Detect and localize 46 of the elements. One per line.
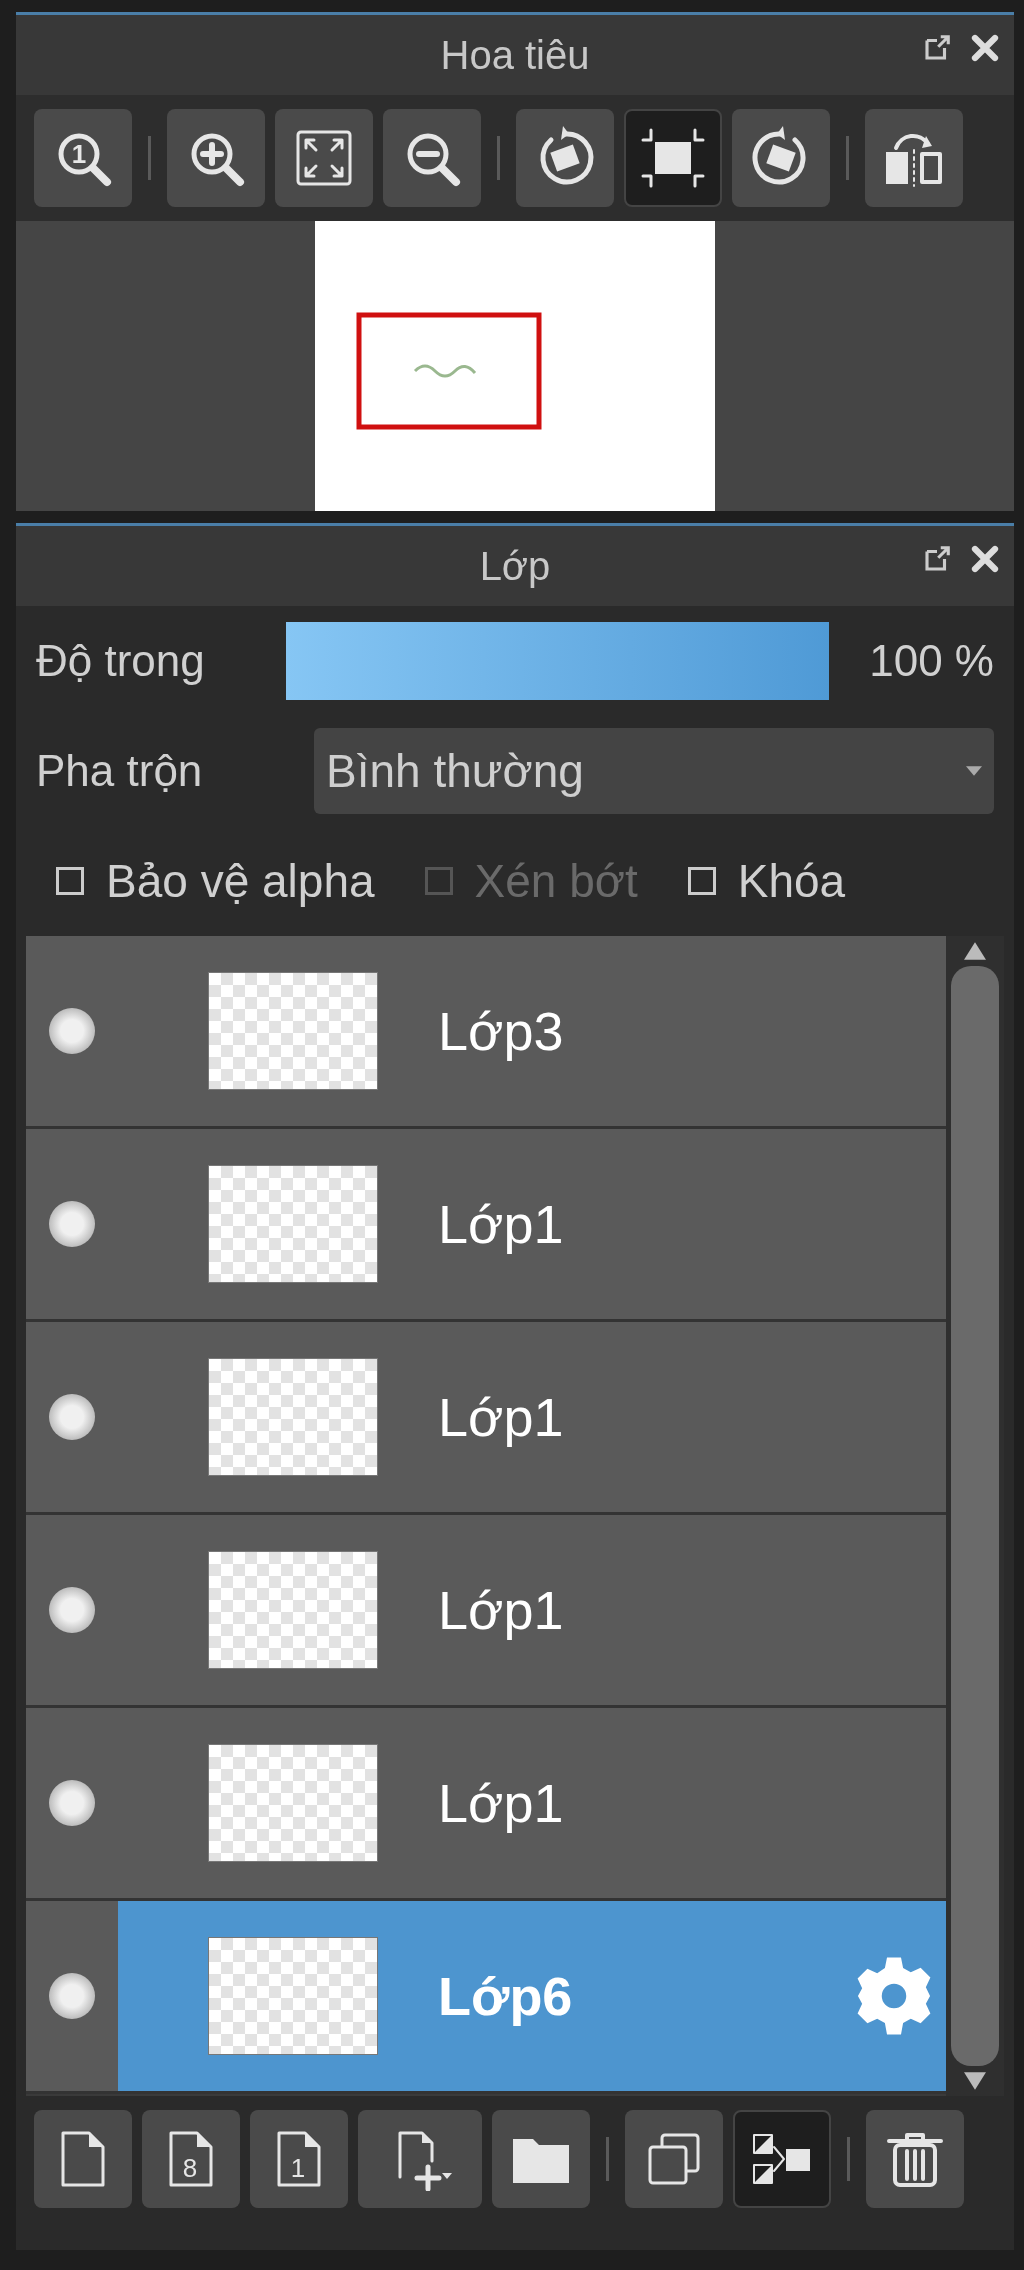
layer-name: Lớp1: [438, 1578, 564, 1642]
layer-name: Lớp1: [438, 1192, 564, 1256]
toolbar-button[interactable]: 8: [142, 2110, 240, 2208]
layer-name: Lớp1: [438, 1385, 564, 1449]
scroll-down-icon[interactable]: [964, 2072, 986, 2090]
toolbar-button[interactable]: 1: [34, 109, 132, 207]
toolbar-button[interactable]: [167, 109, 265, 207]
panel-title: Lớp: [479, 543, 551, 590]
opacity-label: Độ trong: [36, 635, 206, 687]
checkbox-option[interactable]: Bảo vệ alpha: [56, 846, 375, 916]
layer-name: Lớp3: [438, 999, 564, 1063]
toolbar-button[interactable]: [625, 2110, 723, 2208]
layer-name: Lớp1: [438, 1771, 564, 1835]
opacity-value: 100 %: [869, 635, 994, 687]
layer-name: Lớp6: [438, 1964, 573, 2028]
scroll-thumb[interactable]: [951, 966, 999, 2066]
undock-icon[interactable]: [922, 544, 952, 574]
toolbar-button[interactable]: [275, 109, 373, 207]
toolbar-button[interactable]: [492, 2110, 590, 2208]
blend-label: Pha trộn: [36, 745, 204, 797]
close-icon[interactable]: [970, 33, 1000, 63]
scroll-up-icon[interactable]: [964, 942, 986, 960]
toolbar-button[interactable]: [358, 2110, 482, 2208]
close-icon[interactable]: [970, 544, 1000, 574]
toolbar-button[interactable]: [383, 109, 481, 207]
toolbar-button[interactable]: [34, 2110, 132, 2208]
toolbar-button[interactable]: [732, 109, 830, 207]
layer-row[interactable]: Lớp3: [26, 936, 946, 1129]
layer-row[interactable]: Lớp1: [26, 1322, 946, 1515]
toolbar-button[interactable]: [624, 109, 722, 207]
layer-row[interactable]: Lớp1: [26, 1708, 946, 1901]
toolbar-button[interactable]: [866, 2110, 964, 2208]
panel-title: Hoa tiêu: [440, 32, 590, 79]
scrollbar[interactable]: [946, 936, 1004, 2096]
toolbar-button[interactable]: [516, 109, 614, 207]
frame-icon: [641, 126, 705, 190]
toolbar-button[interactable]: [733, 2110, 831, 2208]
undock-icon[interactable]: [922, 33, 952, 63]
toolbar-button[interactable]: [865, 109, 963, 207]
blend-dropdown[interactable]: Bình thường: [314, 728, 994, 814]
caret-icon: [966, 766, 982, 776]
opacity-slider[interactable]: [286, 622, 830, 700]
toolbar-button[interactable]: 1: [250, 2110, 348, 2208]
layer-row[interactable]: Lớp1: [26, 1129, 946, 1322]
layer-row[interactable]: Lớp1: [26, 1515, 946, 1708]
checkbox-option[interactable]: Khóa: [687, 846, 846, 916]
